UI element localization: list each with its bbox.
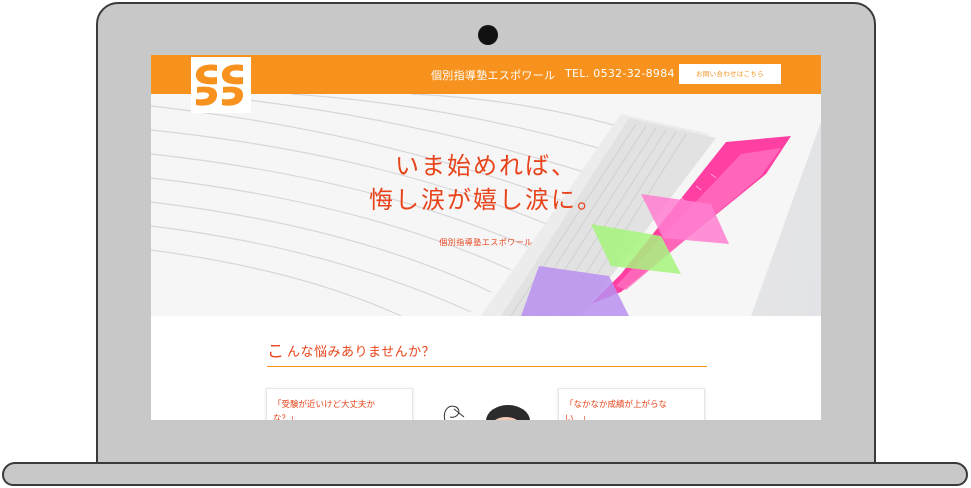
hero-headline: いま始めれば、 悔し涙が嬉し涙に。 (151, 149, 821, 217)
hero-headline-line2: 悔し涙が嬉し涙に。 (369, 186, 603, 214)
s-logo-mark (195, 64, 243, 106)
site-title: 個別指導塾エスポワール (431, 69, 556, 82)
laptop-base (2, 462, 968, 486)
worry-text: 「なかなか成績が上がらな い…」 (565, 398, 685, 420)
worry-line: 「受験が近いけど大丈夫か (273, 400, 376, 410)
contact-button[interactable]: お問い合わせはこちら (679, 64, 781, 84)
worry-card: 「なかなか成績が上がらな い…」 (558, 388, 705, 420)
site-header: 個別指導塾エスポワール TEL. 0532-32-8984 お問い合わせはこちら (151, 55, 821, 94)
laptop-screen: 個別指導塾エスポワール TEL. 0532-32-8984 お問い合わせはこちら (151, 55, 821, 420)
phone-number[interactable]: TEL. 0532-32-8984 (565, 67, 675, 80)
worry-text: 「受験が近いけど大丈夫か な？」 (273, 398, 393, 420)
section-heading: こ んな悩みありませんか？ (267, 337, 707, 367)
logo-icon[interactable] (191, 57, 251, 113)
hero-subtitle: 個別指導塾エスポワール (439, 238, 533, 247)
worry-line: な？」 (273, 414, 299, 420)
hero-headline-line1: いま始めれば、 (395, 152, 577, 180)
worried-student-illustration-icon (436, 395, 536, 420)
section-heading-text: んな悩みありませんか？ (287, 345, 436, 360)
webcam-icon (478, 25, 498, 45)
worry-line: い…」 (565, 414, 591, 420)
worry-line: 「なかなか成績が上がらな (565, 400, 668, 410)
section-heading-initial: こ (267, 342, 284, 362)
hero-banner: いま始めれば、 悔し涙が嬉し涙に。 個別指導塾エスポワール (151, 94, 821, 316)
worry-card: 「受験が近いけど大丈夫か な？」 (266, 388, 413, 420)
